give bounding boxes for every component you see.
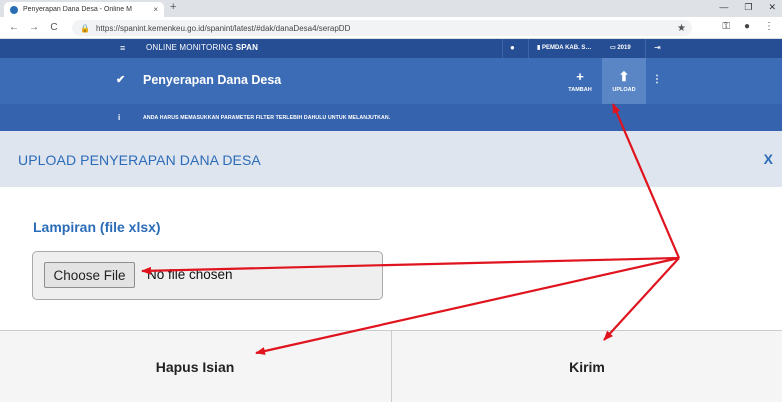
- chat-icon[interactable]: ●: [510, 43, 515, 52]
- divider: [645, 39, 646, 58]
- divider: [528, 39, 529, 58]
- key-icon[interactable]: ⚿: [722, 21, 730, 32]
- browser-menu-icon[interactable]: ⋮: [764, 21, 774, 32]
- new-tab-button[interactable]: +: [170, 1, 176, 13]
- app-top-bar: ≡ ONLINE MONITORING SPAN ● ▮ PEMDA KAB. …: [0, 39, 782, 58]
- upload-button[interactable]: ⬆ UPLOAD: [602, 58, 646, 104]
- year-selector[interactable]: ▭ 2019: [610, 44, 631, 51]
- back-icon[interactable]: ←: [8, 22, 20, 33]
- tab-title: Penyerapan Dana Desa - Online M: [23, 6, 132, 13]
- info-message: ANDA HARUS MEMASUKKAN PARAMETER FILTER T…: [143, 115, 391, 121]
- browser-toolbar: ← → C 🔒 https://spanint.kemenkeu.go.id/s…: [0, 17, 782, 39]
- url-text[interactable]: https://spanint.kemenkeu.go.id/spanint/l…: [96, 24, 350, 33]
- minimize-icon[interactable]: —: [719, 2, 728, 13]
- browser-actions: ⚿ ● ⋮: [722, 21, 774, 32]
- hamburger-menu-icon[interactable]: ≡: [120, 43, 125, 53]
- info-icon: i: [118, 113, 121, 122]
- info-bar: i ANDA HARUS MEMASUKKAN PARAMETER FILTER…: [0, 104, 782, 131]
- address-bar[interactable]: 🔒 https://spanint.kemenkeu.go.id/spanint…: [72, 20, 692, 36]
- lock-icon: 🔒: [80, 23, 90, 33]
- bookmark-star-icon[interactable]: ★: [677, 23, 686, 34]
- maximize-icon[interactable]: ❐: [744, 2, 752, 13]
- plus-icon: +: [576, 68, 584, 84]
- logout-icon[interactable]: ⇥: [654, 43, 661, 52]
- reload-icon[interactable]: C: [48, 22, 60, 33]
- choose-file-button[interactable]: Choose File: [44, 262, 135, 288]
- upload-label: UPLOAD: [612, 86, 636, 93]
- globe-icon: [10, 5, 18, 14]
- file-status-text: No file chosen: [147, 267, 233, 282]
- modal-title: UPLOAD PENYERAPAN DANA DESA: [18, 152, 261, 168]
- page-title: Penyerapan Dana Desa: [143, 73, 282, 87]
- upload-icon: ⬆: [618, 68, 630, 84]
- tab-close-icon[interactable]: ×: [153, 5, 158, 14]
- forward-icon[interactable]: →: [28, 22, 40, 33]
- file-input[interactable]: Choose File No file chosen: [32, 251, 383, 300]
- attachment-label: Lampiran (file xlsx): [33, 219, 161, 235]
- divider: [502, 39, 503, 58]
- clear-form-button[interactable]: Hapus Isian: [0, 331, 390, 402]
- app-title-bold: SPAN: [235, 43, 259, 52]
- page-header-bar: ✔ Penyerapan Dana Desa + TAMBAH ⬆ UPLOAD…: [0, 58, 782, 104]
- check-icon: ✔: [116, 74, 126, 86]
- modal-header: UPLOAD PENYERAPAN DANA DESA X: [0, 131, 782, 187]
- screen: Penyerapan Dana Desa - Online M × + — ❐ …: [0, 0, 782, 402]
- account-icon[interactable]: ●: [744, 21, 750, 32]
- browser-tab[interactable]: Penyerapan Dana Desa - Online M ×: [4, 2, 164, 17]
- window-controls: — ❐ ✕: [719, 2, 776, 13]
- browser-tab-strip: Penyerapan Dana Desa - Online M × + — ❐ …: [0, 0, 782, 17]
- app-title: ONLINE MONITORING SPAN: [146, 43, 258, 52]
- submit-button[interactable]: Kirim: [391, 331, 782, 402]
- window-close-icon[interactable]: ✕: [768, 2, 776, 13]
- modal-body: Lampiran (file xlsx) Choose File No file…: [0, 187, 782, 330]
- add-label: TAMBAH: [568, 86, 592, 93]
- user-menu[interactable]: ▮ PEMDA KAB. S…: [537, 44, 591, 51]
- app-title-text: ONLINE MONITORING: [146, 43, 234, 52]
- more-options-icon[interactable]: ⋮: [652, 74, 662, 85]
- modal-close-button[interactable]: X: [764, 151, 773, 167]
- add-button[interactable]: + TAMBAH: [558, 58, 602, 104]
- modal-footer: Hapus Isian Kirim: [0, 330, 782, 402]
